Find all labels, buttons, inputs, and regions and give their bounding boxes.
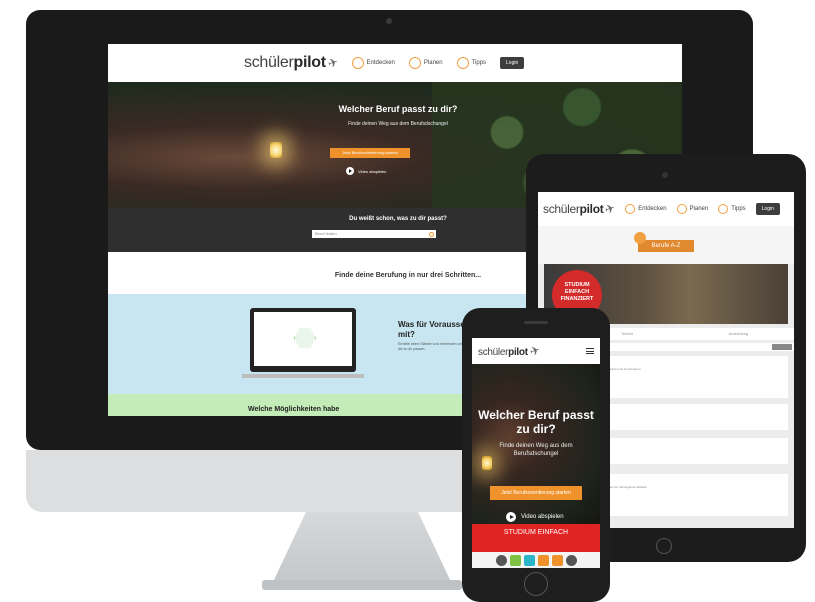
phone-navbar: schülerpilot✈ (472, 338, 600, 364)
hero-cta-button[interactable]: Jetzt Berufsorientierung starten (490, 486, 582, 500)
tablet-navbar: schülerpilot✈ Entdecken Planen Tipps Log… (538, 192, 794, 226)
hamburger-menu-icon[interactable] (586, 348, 594, 354)
nav-item-tipps[interactable]: Tipps (456, 57, 486, 69)
search-icon[interactable] (537, 554, 549, 566)
phone-device: schülerpilot✈ Welcher Beruf passt zu dir… (462, 308, 610, 602)
tab-ausbildung[interactable]: Ausbildung (683, 328, 794, 340)
step2-heading: Welche Möglichkeiten habe (248, 406, 340, 413)
camera-icon (662, 172, 668, 178)
video-play-link[interactable]: Video abspielen (506, 512, 564, 522)
studium-banner[interactable]: STUDIUM EINFACH (472, 524, 600, 552)
lightbulb-icon (718, 204, 729, 214)
nav-item-tipps[interactable]: Tipps (718, 204, 746, 214)
nav-item-planen[interactable]: Planen (676, 204, 708, 214)
binoculars-icon (351, 57, 364, 69)
bookmark-icon[interactable] (551, 554, 563, 566)
compass-icon (408, 57, 421, 69)
hero-subtitle: Finde deinen Weg aus dem Berufsdschungel (348, 121, 448, 127)
lantern-image (482, 456, 492, 470)
hexagon-icon (294, 328, 316, 348)
hero-subtitle: Finde deinen Weg aus dem Berufsdschungel (499, 443, 573, 457)
camera-icon (386, 18, 392, 24)
step1-monitor-illustration (250, 308, 356, 372)
login-button[interactable]: Login (500, 57, 525, 69)
hero-title: Welcher Beruf passt zu dir? (478, 408, 594, 436)
logo[interactable]: schülerpilot✈ (543, 200, 618, 218)
clock-icon[interactable] (565, 554, 577, 566)
compass-icon[interactable] (509, 554, 521, 566)
lightbulb-icon (456, 57, 469, 69)
tablet-banner: Berufe A-Z (538, 226, 794, 264)
phone-bottom-bar (472, 552, 600, 568)
paper-plane-icon: ✈ (603, 200, 618, 218)
speaker-grille (524, 321, 548, 324)
lantern-image (270, 142, 282, 158)
logo[interactable]: schülerpilot✈ (478, 342, 542, 360)
hero-title: Welcher Beruf passt zu dir? (338, 104, 458, 114)
paper-plane-icon: ✈ (325, 54, 340, 72)
logo[interactable]: schülerpilot✈ (244, 54, 340, 72)
berufe-tag: Berufe A-Z (634, 232, 694, 252)
search-button[interactable] (772, 344, 792, 350)
monitor-stand (272, 512, 452, 584)
play-icon (506, 512, 516, 522)
search-input[interactable]: Beruf finden (312, 230, 436, 238)
nav-item-entdecken[interactable]: Entdecken (351, 57, 395, 69)
user-icon[interactable] (495, 554, 507, 566)
home-button[interactable] (524, 572, 548, 596)
calculator-icon[interactable] (523, 554, 535, 566)
desktop-navbar: schülerpilot✈ Entdecken Planen Tipps Log… (108, 44, 682, 82)
video-play-link[interactable]: Video abspielen (346, 167, 386, 175)
paper-plane-icon: ✈ (527, 342, 542, 360)
monitor-stand-base (262, 580, 462, 590)
hero-cta-button[interactable]: Jetzt Berufsorientierung starten (330, 148, 410, 158)
nav-item-planen[interactable]: Planen (408, 57, 443, 69)
search-label: Du weißt schon, was zu dir passt? (349, 216, 447, 222)
nav-item-entdecken[interactable]: Entdecken (625, 204, 667, 214)
play-icon (346, 167, 354, 175)
phone-hero: Welcher Beruf passt zu dir? Finde deinen… (472, 364, 600, 524)
phone-screen: schülerpilot✈ Welcher Beruf passt zu dir… (472, 338, 600, 568)
binoculars-icon (625, 204, 636, 214)
home-button[interactable] (656, 538, 672, 554)
login-button[interactable]: Login (755, 203, 780, 215)
compass-icon (676, 204, 687, 214)
